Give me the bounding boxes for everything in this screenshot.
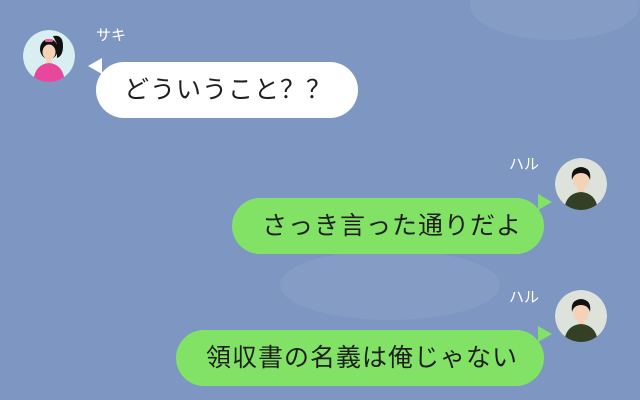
message-bubble[interactable]: さっき言った通りだよ xyxy=(232,198,544,254)
background-blob xyxy=(280,250,500,320)
woman-avatar-icon xyxy=(23,30,75,82)
man-avatar-icon xyxy=(555,290,607,342)
message-bubble[interactable]: どういうこと？？ xyxy=(96,62,358,118)
bubble-tail xyxy=(538,326,552,342)
avatar-saki[interactable] xyxy=(23,30,75,82)
chat-area[interactable]: サキ どういうこと？？ ハル さっき言った通りだよ ハル 領収書の名義は俺じゃな… xyxy=(0,0,640,400)
avatar-haru[interactable] xyxy=(555,290,607,342)
avatar-haru[interactable] xyxy=(555,158,607,210)
message-bubble[interactable]: 領収書の名義は俺じゃない xyxy=(176,330,544,386)
man-avatar-icon xyxy=(555,158,607,210)
sender-name: ハル xyxy=(509,288,540,306)
bubble-tail xyxy=(538,194,552,210)
sender-name: サキ xyxy=(96,26,127,44)
background-blob xyxy=(470,0,640,40)
bubble-tail xyxy=(88,58,102,74)
sender-name: ハル xyxy=(509,155,540,173)
